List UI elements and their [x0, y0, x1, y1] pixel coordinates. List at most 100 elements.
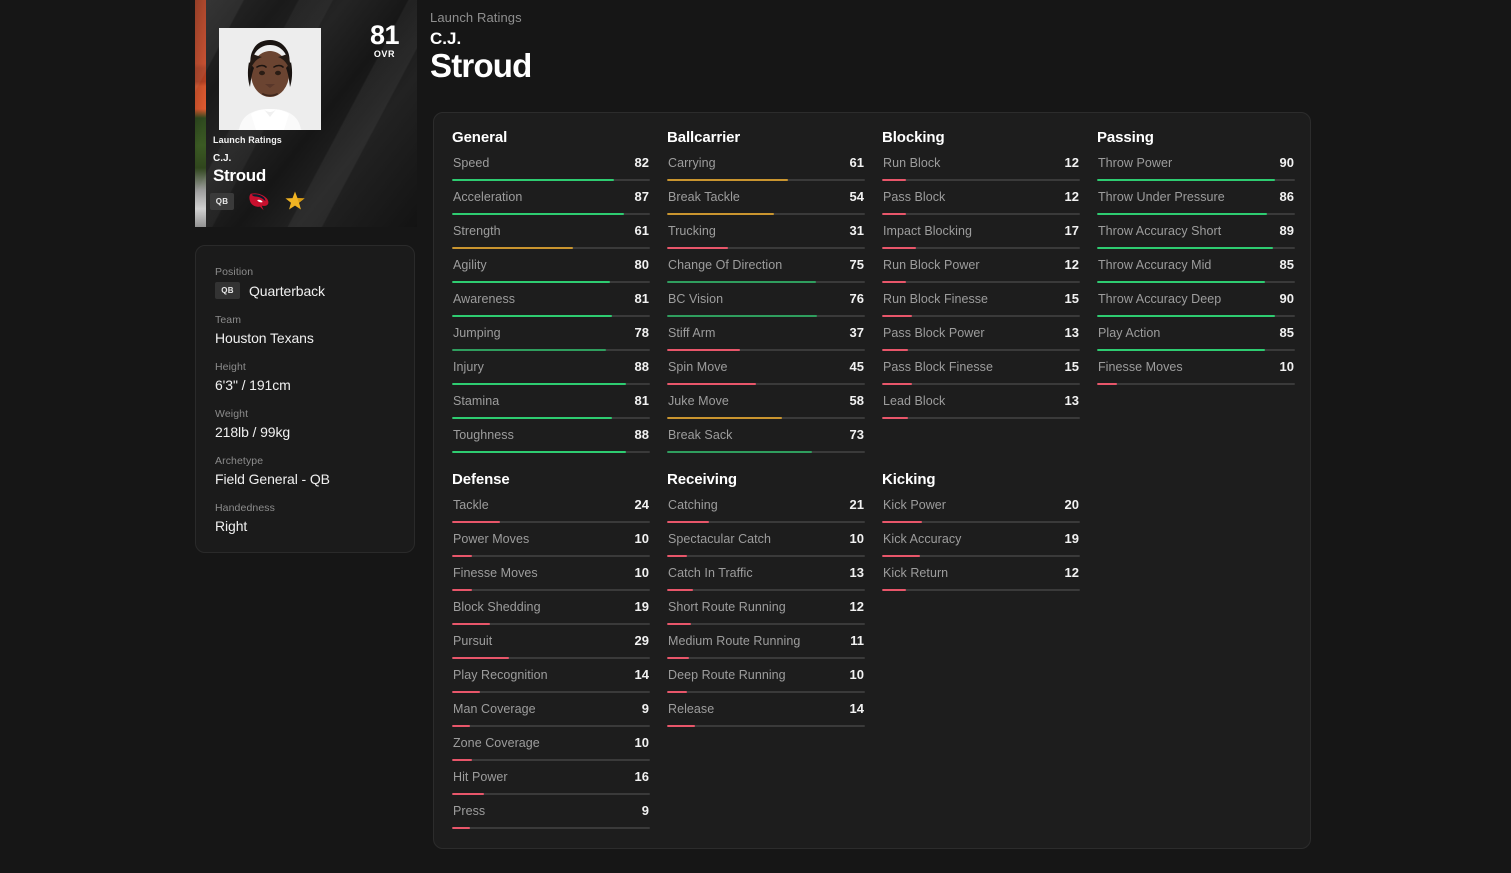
- rating-value: 85: [1279, 325, 1294, 340]
- rating-row: Injury 88: [452, 359, 650, 393]
- info-row-position: Position QB Quarterback: [215, 266, 395, 299]
- rating-value: 16: [634, 769, 649, 784]
- rating-name: Throw Under Pressure: [1098, 190, 1225, 204]
- rating-value: 80: [634, 257, 649, 272]
- rating-name: Kick Accuracy: [883, 532, 962, 546]
- rating-bar-track: [667, 179, 865, 181]
- rating-value: 37: [849, 325, 864, 340]
- rating-bar-track: [667, 521, 865, 523]
- rating-bar-fill: [452, 827, 470, 829]
- rating-bar-track: [452, 417, 650, 419]
- rating-bar-fill: [452, 759, 472, 761]
- rating-name: Throw Accuracy Mid: [1098, 258, 1212, 272]
- rating-name: Power Moves: [453, 532, 530, 546]
- rating-name: Awareness: [453, 292, 516, 306]
- rating-name: Tackle: [453, 498, 489, 512]
- rating-row: Kick Accuracy 19: [882, 531, 1080, 565]
- rating-row: Stiff Arm 37: [667, 325, 865, 359]
- rating-bar-track: [667, 349, 865, 351]
- rating-row: Stamina 81: [452, 393, 650, 427]
- page-header: Launch Ratings C.J. Stroud: [430, 10, 532, 84]
- rating-bar-track: [667, 725, 865, 727]
- rating-bar-track: [452, 691, 650, 693]
- rating-bar-fill: [1097, 383, 1117, 385]
- rating-row: Run Block Power 12: [882, 257, 1080, 291]
- card-last-name: Stroud: [213, 166, 266, 185]
- rating-bar-track: [452, 213, 650, 215]
- left-column: 81 OVR Launch Ratings C.J. Stroud QB Pos…: [195, 0, 417, 553]
- rating-name: Kick Power: [883, 498, 947, 512]
- rating-bar-fill: [667, 691, 687, 693]
- rating-value: 29: [634, 633, 649, 648]
- player-card[interactable]: 81 OVR Launch Ratings C.J. Stroud QB: [195, 0, 417, 227]
- rating-value: 13: [1064, 325, 1079, 340]
- rating-value: 15: [1064, 359, 1079, 374]
- rating-name: Release: [668, 702, 715, 716]
- rating-bar-track: [882, 555, 1080, 557]
- info-row-handedness: Handedness Right: [215, 502, 395, 534]
- rating-value: 82: [634, 155, 649, 170]
- rating-value: 76: [849, 291, 864, 306]
- rating-value: 12: [1064, 189, 1079, 204]
- info-label: Handedness: [215, 502, 275, 514]
- rating-bar-fill: [1097, 349, 1266, 351]
- rating-row: Pursuit 29: [452, 633, 650, 667]
- info-value: 218lb / 99kg: [215, 424, 291, 440]
- rating-row: Finesse Moves 10: [452, 565, 650, 599]
- rating-row: Toughness 88: [452, 427, 650, 461]
- rating-bar-track: [882, 179, 1080, 181]
- rating-name: Pursuit: [453, 634, 493, 648]
- rating-name: Throw Accuracy Short: [1098, 224, 1222, 238]
- rating-row: Pass Block Finesse 15: [882, 359, 1080, 393]
- info-label: Weight: [215, 408, 249, 420]
- rating-row: Spectacular Catch 10: [667, 531, 865, 565]
- rating-name: Juke Move: [668, 394, 729, 408]
- rating-bar-fill: [882, 383, 912, 385]
- rating-value: 45: [849, 359, 864, 374]
- rating-value: 11: [850, 633, 864, 648]
- rating-name: Stiff Arm: [668, 326, 716, 340]
- rating-row: Power Moves 10: [452, 531, 650, 565]
- rating-name: Throw Power: [1098, 156, 1173, 170]
- rating-name: Injury: [453, 360, 484, 374]
- rating-row: Kick Return 12: [882, 565, 1080, 599]
- rating-row: Speed 82: [452, 155, 650, 189]
- rating-group-defense: Defense Tackle 24 Power Moves 10 Finesse Move…: [452, 471, 650, 837]
- rating-name: Press: [453, 804, 486, 818]
- rating-bar-track: [882, 315, 1080, 317]
- rating-value: 54: [849, 189, 864, 204]
- rating-group-general: General Speed 82 Acceleration 87 Strength 61 Ag…: [452, 129, 650, 461]
- rating-bar-track: [667, 417, 865, 419]
- rating-bar-fill: [667, 451, 812, 453]
- rating-bar-track: [452, 827, 650, 829]
- rating-bar-fill: [452, 281, 611, 283]
- card-badge-row: QB: [210, 190, 306, 212]
- rating-bar-fill: [452, 623, 490, 625]
- rating-value: 15: [1064, 291, 1079, 306]
- rating-group-title: General: [452, 129, 508, 146]
- info-row-team: Team Houston Texans: [215, 314, 395, 346]
- rating-value: 81: [634, 393, 649, 408]
- rating-value: 14: [634, 667, 649, 682]
- rating-value: 89: [1279, 223, 1294, 238]
- rating-bar-track: [452, 623, 650, 625]
- ratings-grid: General Speed 82 Acceleration 87 Strength 61 Ag…: [452, 129, 1295, 837]
- rating-bar-track: [452, 589, 650, 591]
- rating-row: Break Tackle 54: [667, 189, 865, 223]
- position-chip: QB: [215, 282, 240, 299]
- rating-name: Pass Block: [883, 190, 946, 204]
- rating-bar-fill: [667, 213, 774, 215]
- rating-bar-fill: [882, 213, 906, 215]
- rating-row: Lead Block 13: [882, 393, 1080, 427]
- rating-bar-track: [1097, 383, 1295, 385]
- rating-bar-fill: [1097, 247, 1274, 249]
- rating-bar-fill: [452, 349, 607, 351]
- rating-bar-track: [882, 417, 1080, 419]
- rating-bar-fill: [667, 725, 695, 727]
- rating-bar-fill: [452, 725, 470, 727]
- rating-bar-track: [667, 315, 865, 317]
- rating-row: Strength 61: [452, 223, 650, 257]
- rating-name: Play Recognition: [453, 668, 548, 682]
- rating-bar-fill: [882, 349, 908, 351]
- rating-group-blocking: Blocking Run Block 12 Pass Block 12 Impact Bl…: [882, 129, 1080, 461]
